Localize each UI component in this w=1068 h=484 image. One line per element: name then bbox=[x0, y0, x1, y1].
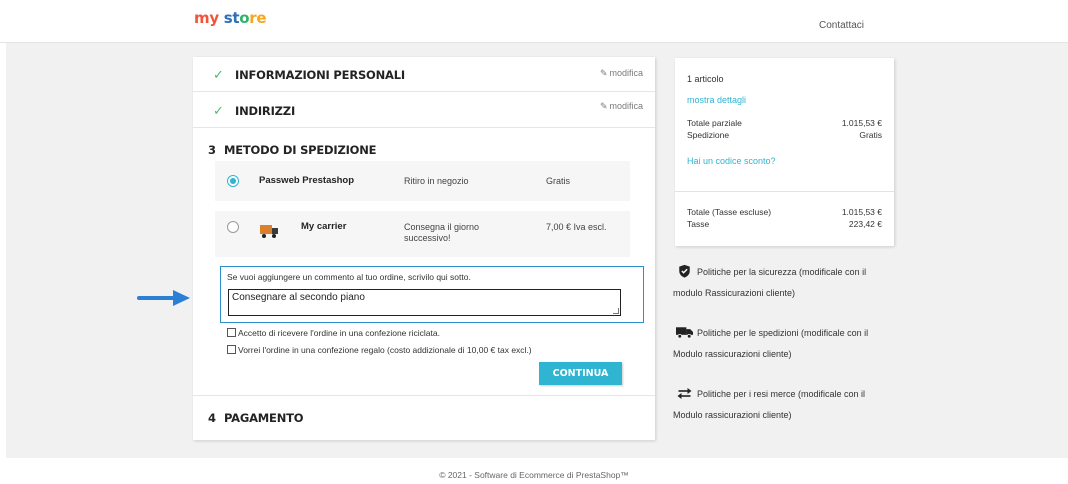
reassurance-text: Politiche per le spedizioni (modificale … bbox=[697, 328, 869, 338]
reassurance-text: Modulo rassicurazioni cliente) bbox=[673, 410, 792, 420]
reassurance-text: modulo Rassicurazioni cliente) bbox=[673, 288, 796, 298]
order-comment-textarea[interactable]: Consegnare al secondo piano bbox=[228, 289, 621, 316]
carrier-option-my-carrier[interactable]: My carrier Consegna il giorno successivo… bbox=[215, 211, 630, 257]
divider bbox=[675, 191, 894, 192]
check-icon: ✓ bbox=[213, 103, 224, 118]
reassurance-returns: Politiche per i resi merce (modificale c… bbox=[673, 384, 903, 426]
checkbox[interactable] bbox=[227, 345, 236, 354]
carrier-name: My carrier bbox=[301, 221, 347, 232]
truck-icon bbox=[676, 327, 693, 339]
carrier-radio[interactable] bbox=[227, 221, 239, 233]
logo-text-part: re bbox=[249, 9, 267, 27]
checkbox-label: Accetto di ricevere l'ordine in una conf… bbox=[238, 328, 440, 338]
checkbox[interactable] bbox=[227, 328, 236, 337]
subtotal-label: Totale parziale bbox=[687, 118, 742, 128]
reassurance-text: Politiche per la sicurezza (modificale c… bbox=[697, 267, 867, 277]
edit-label: modifica bbox=[609, 101, 643, 111]
footer-copyright[interactable]: © 2021 - Software di Ecommerce di Presta… bbox=[0, 470, 1068, 480]
total-label: Totale (Tasse escluse) bbox=[687, 207, 772, 217]
shipping-label: Spedizione bbox=[687, 130, 730, 140]
comment-label: Se vuoi aggiungere un commento al tuo or… bbox=[227, 272, 471, 282]
carrier-radio[interactable] bbox=[227, 175, 239, 187]
carrier-name: Passweb Prestashop bbox=[259, 175, 355, 186]
recycled-packaging-option[interactable]: Accetto di ricevere l'ordine in una conf… bbox=[227, 328, 440, 338]
checkbox-label: Vorrei l'ordine in una confezione regalo… bbox=[238, 345, 532, 355]
gift-wrap-option[interactable]: Vorrei l'ordine in una confezione regalo… bbox=[227, 345, 532, 355]
step-addresses[interactable]: ✓ INDIRIZZI ✎ modifica bbox=[193, 92, 655, 128]
carrier-delay: Consegna il giorno successivo! bbox=[404, 222, 480, 243]
check-icon: ✓ bbox=[213, 67, 224, 82]
logo-text-part: o bbox=[239, 9, 250, 27]
carrier-logo-icon bbox=[260, 225, 278, 238]
edit-addresses-link[interactable]: ✎ modifica bbox=[600, 101, 643, 112]
swap-arrows-icon bbox=[677, 388, 692, 399]
reassurance-security: Politiche per la sicurezza (modificale c… bbox=[673, 262, 903, 304]
step-title: INFORMAZIONI PERSONALI bbox=[235, 68, 405, 82]
edit-personal-info-link[interactable]: ✎ modifica bbox=[600, 68, 643, 79]
reassurance-text: Politiche per i resi merce (modificale c… bbox=[697, 389, 866, 399]
continue-button[interactable]: CONTINUA bbox=[539, 362, 622, 385]
show-details-link[interactable]: mostra dettagli bbox=[687, 95, 746, 105]
step-number: 3 bbox=[208, 143, 216, 157]
step-title: INDIRIZZI bbox=[235, 104, 296, 118]
shield-check-icon bbox=[679, 264, 690, 278]
step-title: PAGAMENTO bbox=[224, 411, 304, 425]
step-payment[interactable]: 4 PAGAMENTO bbox=[193, 396, 655, 440]
cart-summary: 1 articolo mostra dettagli Totale parzia… bbox=[675, 58, 894, 246]
order-comment-section: Se vuoi aggiungere un commento al tuo or… bbox=[220, 266, 644, 323]
discount-code-link[interactable]: Hai un codice sconto? bbox=[687, 156, 776, 166]
subtotal-value: 1.015,53 € bbox=[841, 118, 882, 128]
taxes-label: Tasse bbox=[687, 219, 710, 229]
reassurance-text: Modulo rassicurazioni cliente) bbox=[673, 349, 792, 359]
contact-link[interactable]: Contattaci bbox=[819, 20, 864, 31]
step-title: METODO DI SPEDIZIONE bbox=[224, 143, 377, 157]
total-value: 1.015,53 € bbox=[841, 207, 882, 217]
annotation-arrow-icon bbox=[137, 290, 190, 306]
items-count: 1 articolo bbox=[687, 74, 724, 84]
shipping-value: Gratis bbox=[859, 130, 882, 140]
logo-text-part: my bbox=[194, 9, 219, 27]
logo-text-part: st bbox=[223, 9, 240, 27]
store-logo[interactable]: my store bbox=[194, 9, 267, 27]
step-personal-info[interactable]: ✓ INFORMAZIONI PERSONALI ✎ modifica bbox=[193, 57, 655, 92]
reassurance-shipping: Politiche per le spedizioni (modificale … bbox=[673, 323, 903, 365]
site-header: my store Contattaci bbox=[0, 0, 1068, 43]
edit-label: modifica bbox=[609, 68, 643, 78]
carrier-price: 7,00 € Iva escl. bbox=[546, 222, 607, 232]
carrier-delay: Ritiro in negozio bbox=[404, 176, 469, 186]
carrier-option-passweb[interactable]: Passweb Prestashop Ritiro in negozio Gra… bbox=[215, 161, 630, 201]
step-number: 4 bbox=[208, 411, 216, 425]
resize-handle-icon[interactable] bbox=[613, 308, 619, 314]
pencil-icon: ✎ bbox=[599, 68, 608, 78]
step-shipping-method: 3 METODO DI SPEDIZIONE Passweb Prestasho… bbox=[193, 128, 655, 396]
taxes-value: 223,42 € bbox=[848, 219, 882, 229]
pencil-icon: ✎ bbox=[599, 101, 608, 111]
carrier-price: Gratis bbox=[546, 176, 571, 186]
